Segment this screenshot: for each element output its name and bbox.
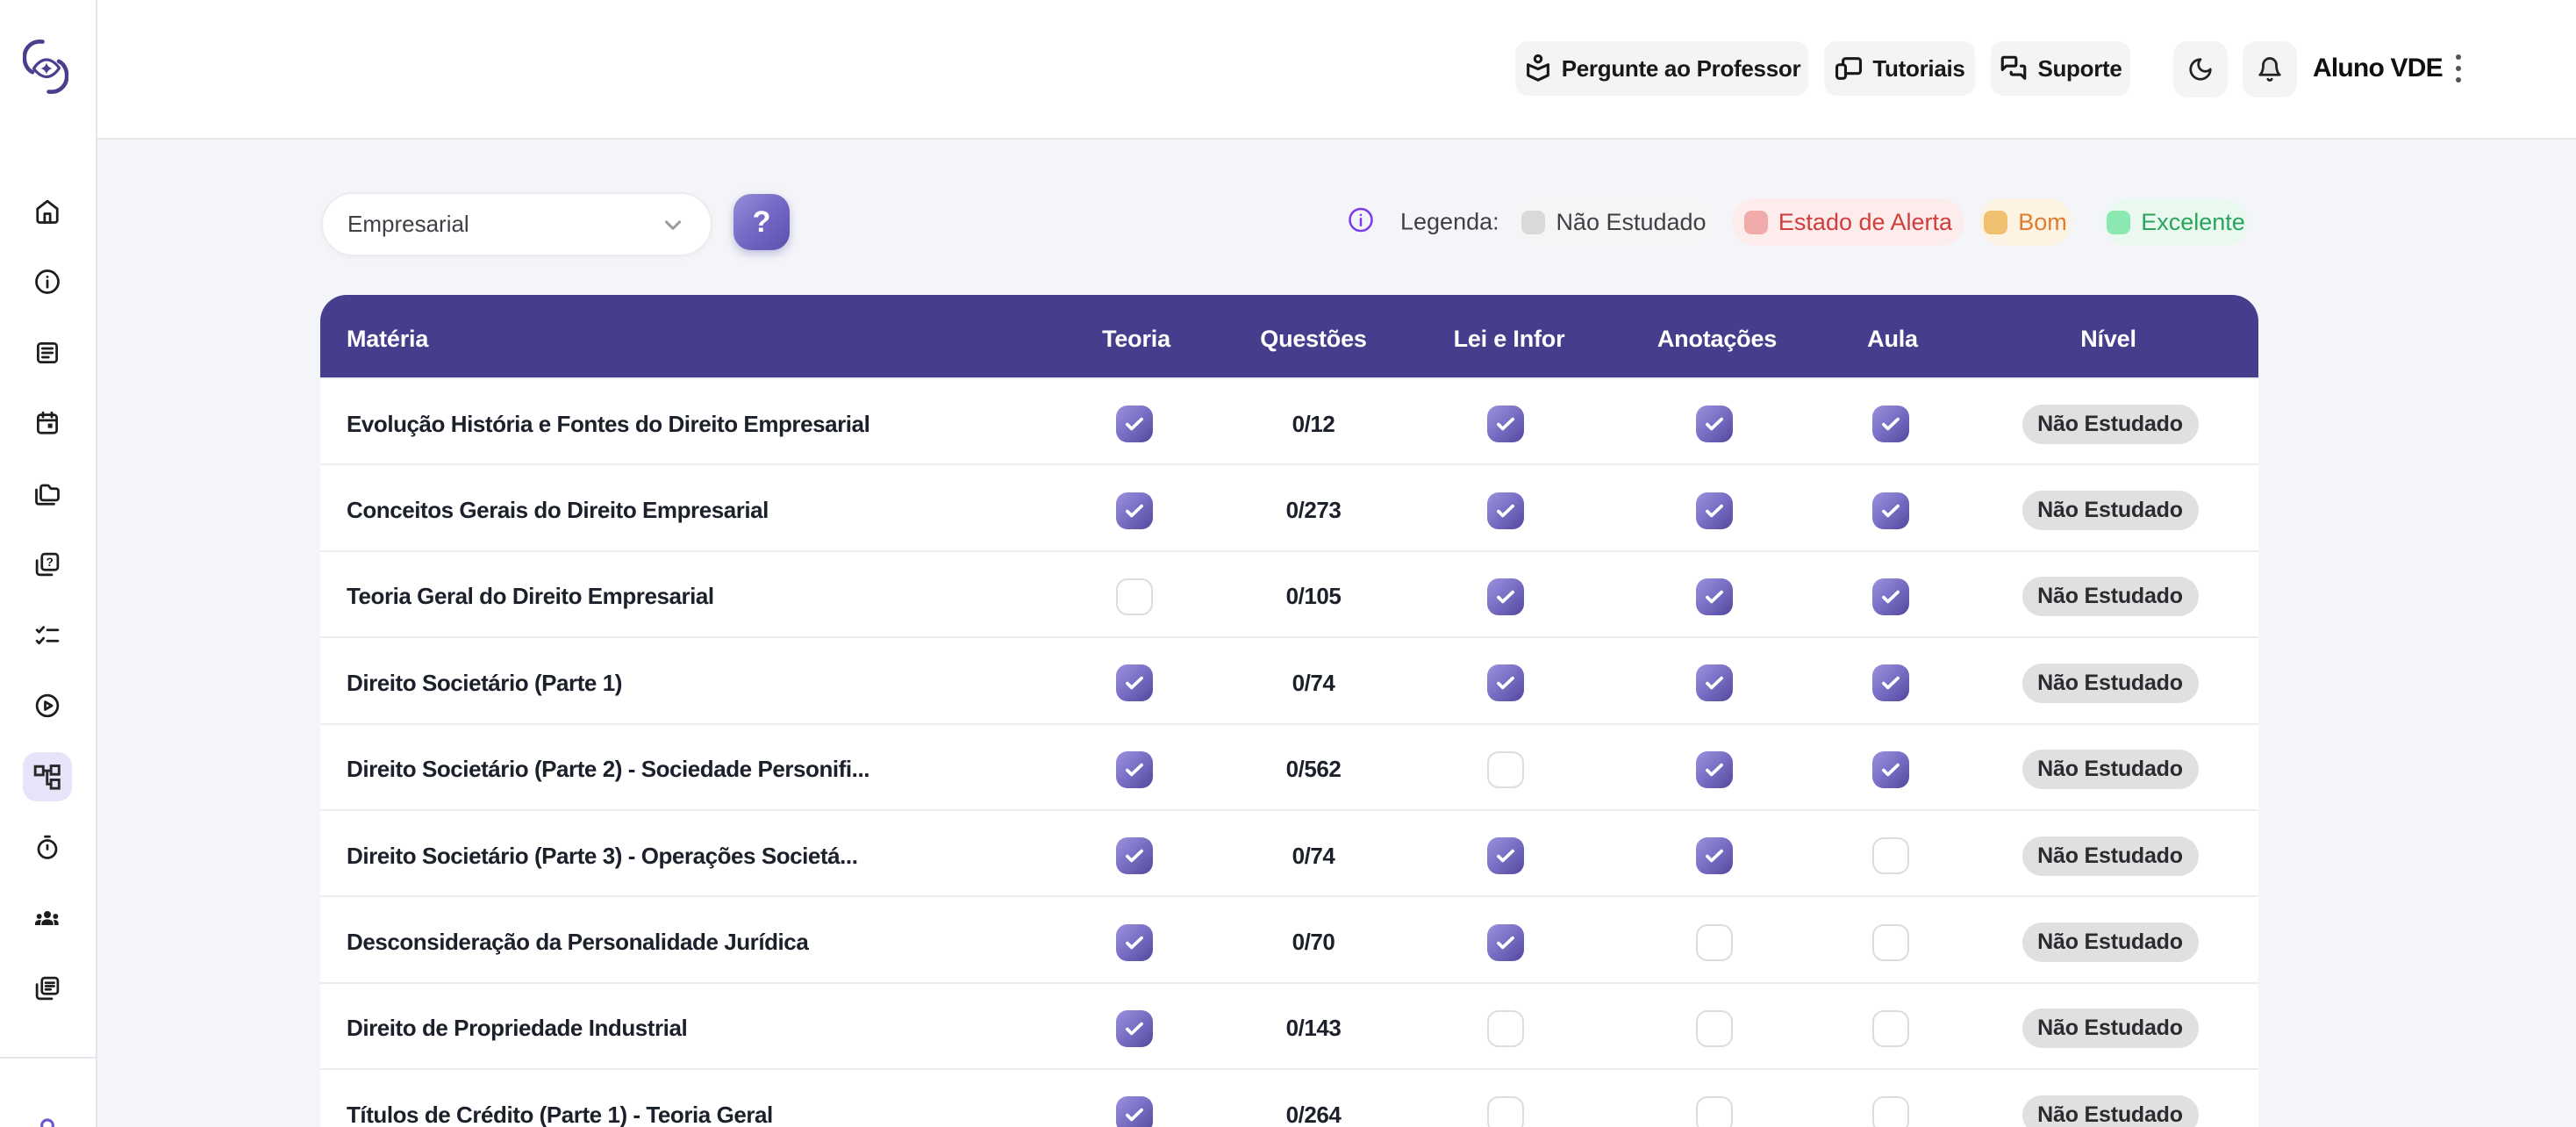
svg-text:?: ? bbox=[47, 556, 54, 569]
